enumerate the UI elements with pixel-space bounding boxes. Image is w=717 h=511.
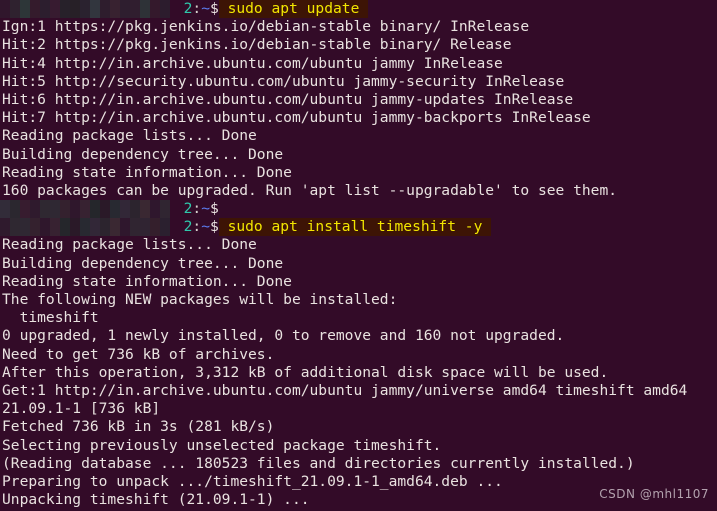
terminal-prompt-line: 2:~$ sudo apt update (0, 0, 717, 19)
output-text: Ign:1 https://pkg.jenkins.io/debian-stab… (2, 18, 530, 36)
redacted-user-host (0, 0, 170, 19)
prompt-sigil: $ (209, 0, 219, 17)
output-text: The following NEW packages will be insta… (2, 291, 398, 308)
terminal-output-line: Hit:7 http://in.archive.ubuntu.com/ubunt… (0, 109, 717, 127)
terminal-output-line: Reading package lists... Done (0, 236, 717, 254)
redacted-user-host (0, 218, 170, 237)
terminal-output-line: Building dependency tree... Done (0, 255, 717, 273)
output-text: Building dependency tree... Done (2, 145, 284, 163)
terminal-output-line: Get:1 http://in.archive.ubuntu.com/ubunt… (0, 382, 717, 400)
terminal-output-line: Hit:6 http://in.archive.ubuntu.com/ubunt… (0, 91, 717, 109)
output-text: After this operation, 3,312 kB of additi… (2, 363, 609, 381)
terminal-output-line: Fetched 736 kB in 3s (281 kB/s) (0, 418, 717, 436)
terminal-window[interactable]: 2:~$ sudo apt update Ign:1 https://pkg.j… (0, 0, 717, 511)
terminal-output-line: Selecting previously unselected package … (0, 437, 717, 455)
output-text: Reading package lists... Done (2, 127, 257, 145)
output-text: 21.09.1-1 [736 kB] (2, 400, 161, 418)
terminal-output-line: Building dependency tree... Done (0, 146, 717, 164)
output-text: Unpacking timeshift (21.09.1-1) ... (2, 491, 310, 509)
prompt-colon: : (192, 218, 202, 236)
terminal-output-line: Hit:4 http://in.archive.ubuntu.com/ubunt… (0, 55, 717, 73)
prompt-path: ~ (201, 200, 210, 218)
terminal-output-line: Hit:2 https://pkg.jenkins.io/debian-stab… (0, 36, 717, 54)
terminal-output-line: Ign:1 https://pkg.jenkins.io/debian-stab… (0, 18, 717, 36)
output-text: timeshift (2, 309, 99, 327)
output-text: (Reading database ... 180523 files and d… (2, 454, 635, 472)
watermark: CSDN @mhl1107 (599, 486, 709, 501)
terminal-output-line: Reading package lists... Done (0, 127, 717, 145)
terminal-output-line: 21.09.1-1 [736 kB] (0, 400, 717, 418)
prompt-colon: : (192, 0, 202, 17)
prompt-sigil: $ (209, 200, 219, 218)
terminal-screen[interactable]: 2:~$ sudo apt update Ign:1 https://pkg.j… (0, 0, 717, 509)
terminal-prompt-line: 2:~$ (0, 200, 717, 219)
prompt-path: ~ (201, 218, 210, 236)
output-text: Get:1 http://in.archive.ubuntu.com/ubunt… (2, 381, 688, 399)
terminal-output-line: 160 packages can be upgraded. Run 'apt l… (0, 182, 717, 200)
redacted-user-host (0, 200, 170, 219)
output-text: Hit:5 http://security.ubuntu.com/ubuntu … (2, 72, 565, 90)
terminal-output-line: (Reading database ... 180523 files and d… (0, 455, 717, 473)
output-text: Hit:4 http://in.archive.ubuntu.com/ubunt… (2, 54, 503, 72)
output-text: 0 upgraded, 1 newly installed, 0 to remo… (2, 327, 565, 345)
output-text: 160 packages can be upgraded. Run 'apt l… (2, 181, 618, 199)
terminal-prompt-line: 2:~$ sudo apt install timeshift -y (0, 218, 717, 237)
terminal-output-line: timeshift (0, 309, 717, 327)
terminal-output-line: Reading state information... Done (0, 164, 717, 182)
terminal-output-line: Hit:5 http://security.ubuntu.com/ubuntu … (0, 73, 717, 91)
output-text: Building dependency tree... Done (2, 254, 284, 272)
output-text: Reading state information... Done (2, 163, 292, 181)
terminal-output-line: After this operation, 3,312 kB of additi… (0, 364, 717, 382)
output-text: Hit:7 http://in.archive.ubuntu.com/ubunt… (2, 109, 591, 127)
output-text: Reading state information... Done (2, 272, 292, 290)
terminal-output-line: Reading state information... Done (0, 273, 717, 291)
output-text: Selecting previously unselected package … (2, 436, 442, 454)
output-text: Reading package lists... Done (2, 236, 257, 254)
output-text: Hit:6 http://in.archive.ubuntu.com/ubunt… (2, 90, 574, 108)
output-text: Hit:2 https://pkg.jenkins.io/debian-stab… (2, 36, 512, 54)
output-text: Need to get 736 kB of archives. (2, 345, 275, 363)
terminal-output-line: 0 upgraded, 1 newly installed, 0 to remo… (0, 327, 717, 345)
prompt-colon: : (192, 200, 202, 218)
terminal-command[interactable]: sudo apt update (218, 0, 369, 19)
terminal-output-line: The following NEW packages will be insta… (0, 291, 717, 309)
terminal-output-line: Need to get 736 kB of archives. (0, 346, 717, 364)
output-text: Preparing to unpack .../timeshift_21.09.… (2, 472, 503, 490)
output-text: Fetched 736 kB in 3s (281 kB/s) (2, 418, 275, 436)
prompt-sigil: $ (209, 218, 219, 236)
prompt-path: ~ (201, 0, 210, 17)
terminal-command[interactable]: sudo apt install timeshift -y (218, 218, 492, 237)
